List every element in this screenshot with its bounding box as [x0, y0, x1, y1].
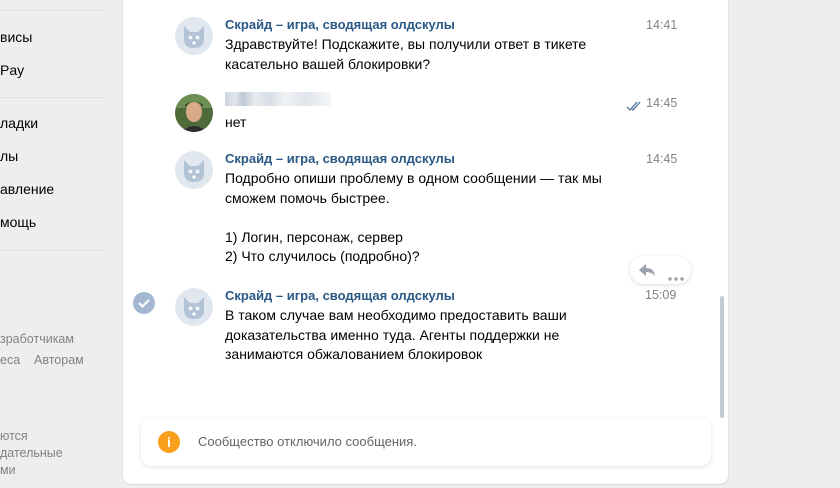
sidebar-item-pay[interactable]: Pay — [0, 62, 24, 78]
sidebar-item-bookmarks[interactable]: ладки — [0, 115, 38, 131]
sidebar-item-management[interactable]: авление — [0, 181, 54, 197]
message-text: Здравствуйте! Подскажите, вы получили от… — [225, 36, 587, 72]
dog-avatar-icon[interactable] — [175, 17, 213, 55]
message-time[interactable]: 14:45 — [646, 96, 677, 110]
chat-history-panel: Скрайд – игра, сводящая олдскулы 14:41 З… — [123, 0, 728, 484]
notice-text: Сообщество отключило сообщения. — [198, 434, 417, 449]
footer-link-business[interactable]: еса — [0, 352, 20, 369]
message-actions — [630, 256, 691, 284]
message-author[interactable]: Скрайд – игра, сводящая олдскулы — [225, 17, 455, 32]
message-author[interactable]: Скрайд – игра, сводящая олдскулы — [225, 288, 455, 303]
sidebar-divider — [0, 97, 107, 98]
message-text: В таком случае вам необходимо предостави… — [225, 307, 567, 362]
footer-link-developers[interactable]: зработчикам — [0, 331, 74, 348]
dog-avatar-icon[interactable] — [175, 151, 213, 189]
sidebar-divider — [0, 250, 107, 251]
left-sidebar: висы Pay ладки лы авление мощь зработчик… — [0, 0, 120, 488]
message-author[interactable]: Скрайд – игра, сводящая олдскулы — [225, 151, 455, 166]
user-photo-avatar[interactable] — [175, 94, 213, 132]
message-text: нет — [225, 114, 247, 130]
reply-icon[interactable] — [638, 262, 656, 283]
info-icon: i — [158, 431, 180, 453]
sidebar-item-help[interactable]: мощь — [0, 214, 36, 230]
message-time[interactable]: 14:45 — [646, 152, 677, 166]
message-time[interactable]: 15:09 — [645, 288, 676, 302]
sidebar-item-services[interactable]: висы — [0, 29, 32, 45]
footer-text-line: ются — [0, 429, 28, 443]
messages-disabled-notice: i Сообщество отключило сообщения. — [141, 418, 711, 466]
scrollbar[interactable] — [720, 296, 724, 418]
footer-text-line: дательные — [0, 446, 63, 460]
select-check-icon[interactable] — [133, 292, 155, 314]
footer-link-authors[interactable]: Авторам — [34, 352, 84, 369]
blurred-author-name — [225, 92, 331, 106]
sidebar-item-files[interactable]: лы — [0, 148, 18, 164]
sidebar-divider — [0, 10, 107, 11]
message-time[interactable]: 14:41 — [646, 18, 677, 32]
message-text: Подробно опиши проблему в одном сообщени… — [225, 170, 602, 264]
footer-text-line: ми — [0, 463, 16, 477]
more-icon[interactable] — [668, 268, 684, 286]
dog-avatar-icon[interactable] — [175, 288, 213, 326]
